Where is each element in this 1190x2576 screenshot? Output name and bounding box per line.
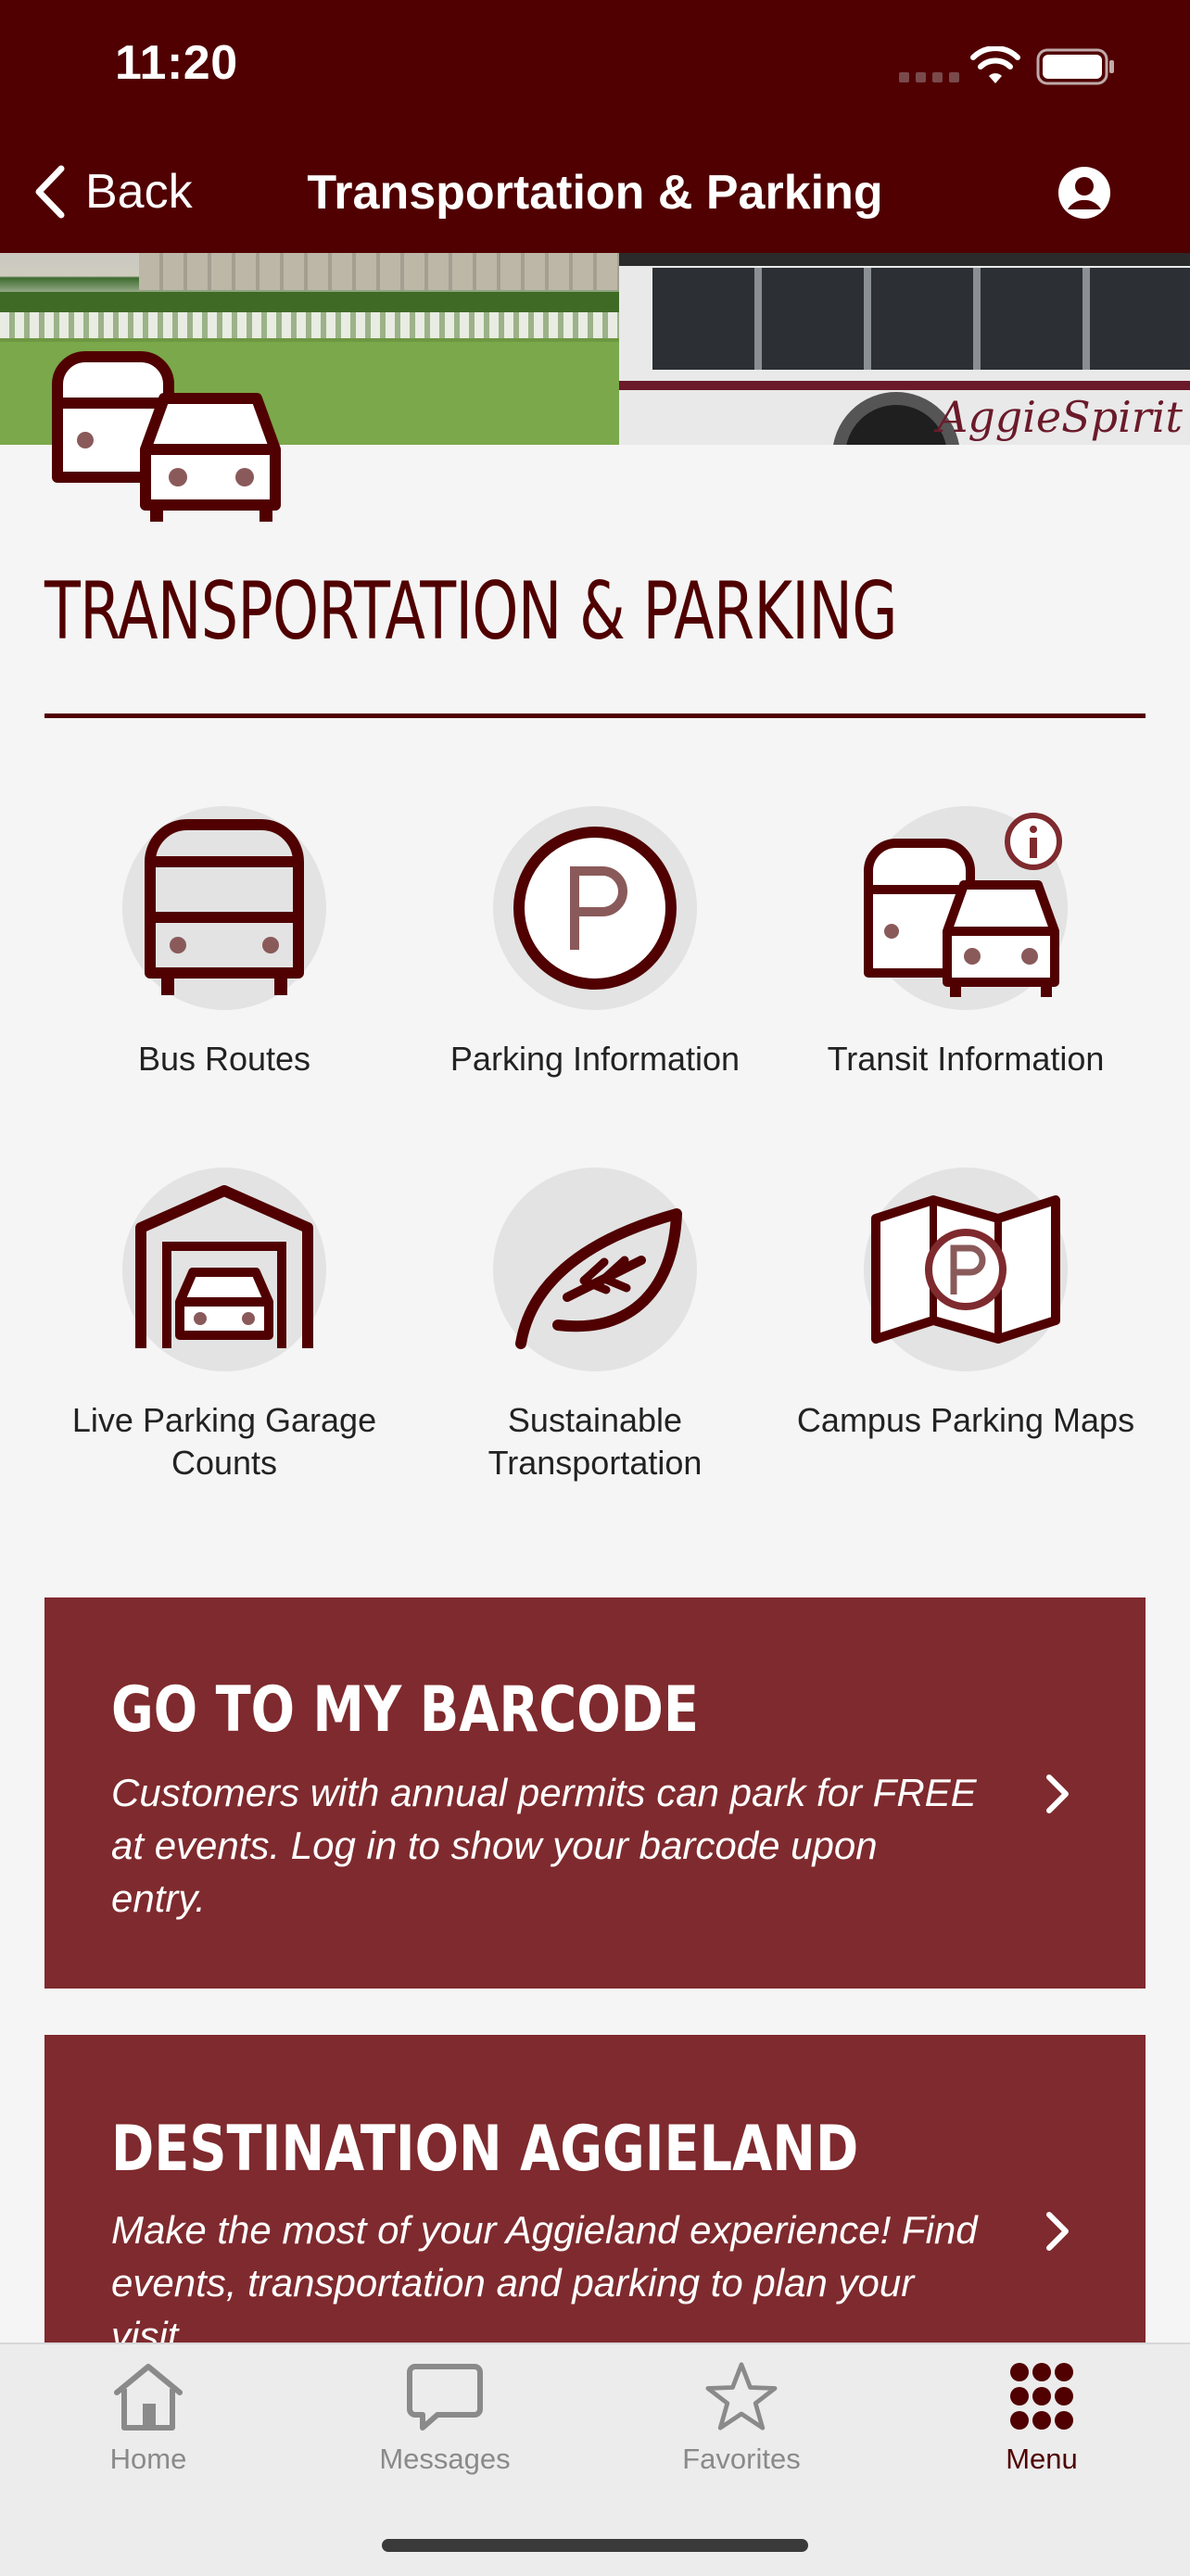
tile-sustainable-transportation[interactable]: Sustainable Transportation <box>410 1168 780 1484</box>
parking-icon <box>513 827 677 990</box>
cellular-signal-icon <box>899 72 959 82</box>
tab-label: Menu <box>1006 2443 1078 2475</box>
tab-home[interactable]: Home <box>37 2361 260 2476</box>
messages-icon <box>407 2364 483 2431</box>
bus-icon <box>145 819 304 995</box>
leaf-icon <box>515 1208 682 1349</box>
home-indicator <box>382 2539 808 2552</box>
profile-icon[interactable] <box>1057 165 1112 221</box>
card-title: GO TO MY BARCODE <box>111 1673 700 1747</box>
card-title: DESTINATION AGGIELAND <box>111 2113 859 2186</box>
tile-campus-parking-maps[interactable]: Campus Parking Maps <box>780 1168 1151 1442</box>
tab-messages[interactable]: Messages <box>334 2361 556 2476</box>
status-time: 11:20 <box>115 36 238 90</box>
tile-transit-information[interactable]: Transit Information <box>780 806 1151 1080</box>
barcode-card[interactable]: GO TO MY BARCODE Customers with annual p… <box>44 1597 1146 1989</box>
card-description: Customers with annual permits can park f… <box>111 1771 977 1920</box>
destination-aggieland-card[interactable]: DESTINATION AGGIELAND Make the most of y… <box>44 2035 1146 2350</box>
home-icon <box>114 2364 183 2431</box>
tile-label: Campus Parking Maps <box>796 1401 1135 1439</box>
bus-image: AggieSpirit <box>619 253 1190 445</box>
tile-parking-information[interactable]: Parking Information <box>410 806 780 1080</box>
chevron-right-icon <box>1046 1774 1069 1813</box>
tile-label: Parking Information <box>449 1040 741 1078</box>
tile-label: Transit Information <box>827 1040 1105 1078</box>
garage-icon <box>135 1185 313 1348</box>
page-title: Transportation & Parking <box>307 166 883 220</box>
transit-info-icon <box>864 813 1062 997</box>
wifi-icon <box>970 46 1020 83</box>
tab-label: Messages <box>379 2443 511 2475</box>
menu-grid-icon <box>1010 2363 1073 2430</box>
tile-label: Live Parking Garage Counts <box>71 1401 377 1482</box>
parking-map-icon <box>871 1195 1060 1344</box>
bus-brand-text: AggieSpirit <box>937 392 1183 442</box>
battery-icon <box>1036 48 1114 85</box>
tile-live-parking-garage-counts[interactable]: Live Parking Garage Counts <box>39 1168 410 1484</box>
chevron-right-icon <box>1046 2212 1069 2251</box>
building-image <box>139 253 621 290</box>
tab-menu[interactable]: Menu <box>930 2361 1153 2476</box>
section-title: TRANSPORTATION & PARKING <box>44 565 898 658</box>
tile-label: Bus Routes <box>137 1040 311 1078</box>
star-icon <box>705 2362 778 2431</box>
card-description: Make the most of your Aggieland experien… <box>111 2208 978 2350</box>
section-divider <box>44 713 1146 718</box>
tab-label: Favorites <box>682 2443 801 2475</box>
tab-favorites[interactable]: Favorites <box>630 2361 853 2476</box>
tile-bus-routes[interactable]: Bus Routes <box>39 806 410 1080</box>
transportation-logo-icon <box>52 351 281 522</box>
tile-label: Sustainable Transportation <box>487 1401 703 1482</box>
tab-label: Home <box>109 2443 187 2475</box>
top-bar: 11:20 Back Transportation & Parking <box>0 0 1190 253</box>
